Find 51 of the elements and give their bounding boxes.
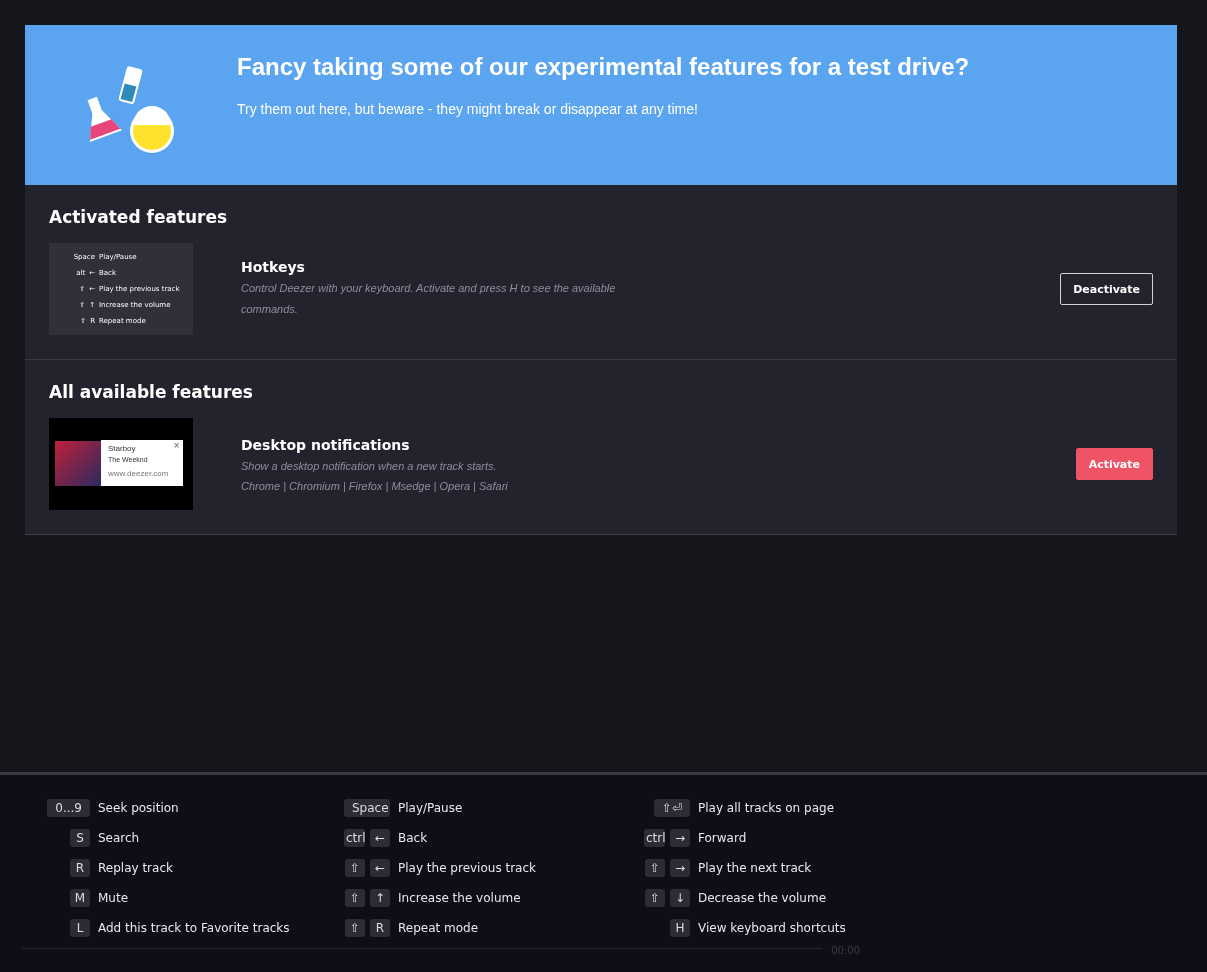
- key-cap: ↓: [670, 889, 690, 907]
- key-cap: ⇧: [645, 859, 665, 877]
- key-cap: →: [670, 859, 690, 877]
- key-cap: ⇧: [345, 919, 365, 937]
- key-cap: H: [670, 919, 690, 937]
- notification-url: www.deezer.com: [108, 469, 170, 478]
- banner-subtitle: Try them out here, but beware - they might break or disappear at any time!: [237, 101, 699, 117]
- key-cap: R: [370, 919, 390, 937]
- key-cap: ←: [370, 859, 390, 877]
- shortcut-label: Seek position: [98, 801, 179, 815]
- deactivate-button[interactable]: Deactivate: [1060, 273, 1153, 305]
- key-cap: ←: [370, 829, 390, 847]
- key-cap: M: [70, 889, 90, 907]
- key-cap: ctrl: [644, 829, 665, 847]
- close-icon: ×: [173, 441, 180, 450]
- section-heading: All available features: [49, 382, 254, 402]
- key-cap: R: [70, 859, 90, 877]
- key-cap: ⇧: [345, 859, 365, 877]
- shortcut-label: Repeat mode: [398, 921, 479, 935]
- shortcut-label: Play all tracks on page: [698, 801, 834, 815]
- shortcut-label: Search: [98, 831, 140, 845]
- banner-title: Fancy taking some of our experimental features for a test drive?: [237, 53, 970, 81]
- supported-browsers: Chrome | Chromium | Firefox | Msedge | Opera | Safari: [241, 479, 509, 492]
- section-heading: Activated features: [49, 207, 229, 227]
- shortcut-label: Decrease the volume: [698, 891, 827, 905]
- key-cap: ⇧: [345, 889, 365, 907]
- shortcut-label: Play/Pause: [398, 801, 463, 815]
- shortcut-label: Back: [398, 831, 428, 845]
- shortcut-label: View keyboard shortcuts: [698, 921, 846, 935]
- shortcut-label: Increase the volume: [398, 891, 521, 905]
- photo-placeholder: [55, 441, 101, 486]
- key-cap: S: [70, 829, 90, 847]
- feature-name: Desktop notifications: [241, 436, 411, 453]
- feature-description: Control Deezer with your keyboard. Activate and press H to see the available commands.: [241, 280, 617, 317]
- key-cap: ctrl: [344, 829, 365, 847]
- key-cap: →: [670, 829, 690, 847]
- key-cap: ↑: [370, 889, 390, 907]
- feature-name: Hotkeys: [241, 258, 306, 275]
- shortcut-label: Play the previous track: [398, 861, 536, 875]
- notification-title: Starboy: [108, 444, 137, 453]
- key-cap: L: [70, 919, 90, 937]
- shortcut-label: Mute: [98, 891, 129, 905]
- shortcut-label: Play the next track: [698, 861, 812, 875]
- shortcut-label: Forward: [698, 831, 747, 845]
- key-cap: 0...9: [47, 799, 90, 817]
- key-cap: Space: [344, 799, 390, 817]
- key-cap: ⇧⏎: [653, 799, 690, 817]
- feature-description: Show a desktop notification when a new track starts.: [241, 458, 498, 474]
- shortcut-label: Add this track to Favorite tracks: [98, 921, 290, 935]
- shortcut-label: Replay track: [98, 861, 173, 875]
- key-cap: ⇧: [645, 889, 665, 907]
